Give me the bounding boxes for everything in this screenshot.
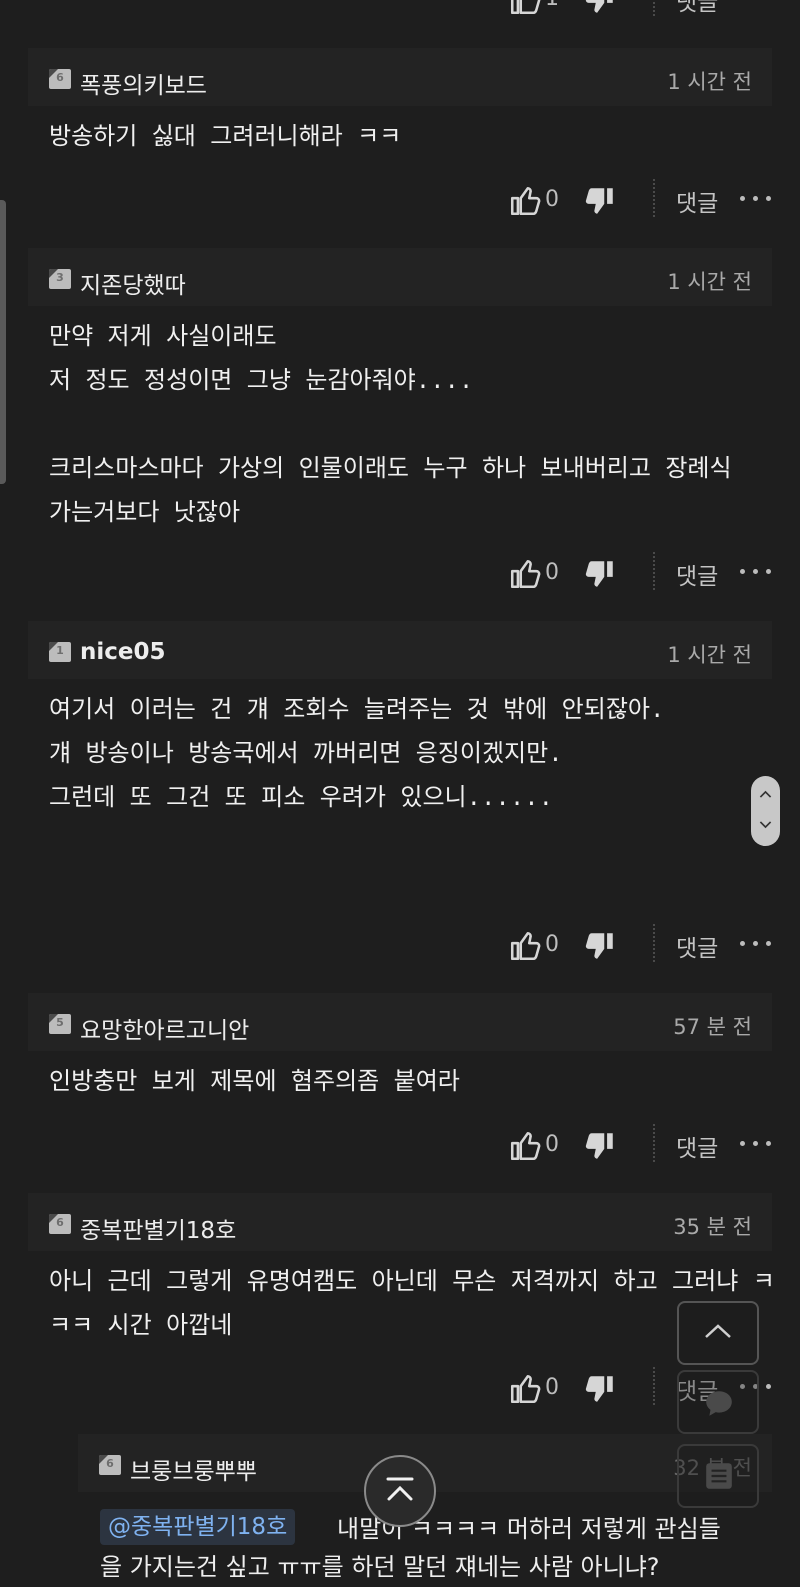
comment-author[interactable]: 브룽브룽뿌뿌 (130, 1452, 257, 1486)
comment-body: 만약 저게 사실이래도 저 정도 정성이면 그냥 눈감아줘야.... 크리스마스… (49, 325, 732, 528)
list-button[interactable] (677, 1444, 759, 1508)
thumbs-up-icon[interactable] (508, 1372, 542, 1406)
comment-header: 5 요망한아르고니안 57 분 전 (28, 993, 772, 1051)
like-count: 0 (545, 187, 559, 212)
comment-author[interactable]: 폭풍의키보드 (80, 66, 207, 100)
thumbs-up-icon[interactable] (508, 184, 542, 218)
divider (653, 179, 655, 217)
level-badge: 5 (49, 1014, 71, 1034)
like-count: 0 (545, 560, 559, 585)
thumbs-down-icon[interactable] (583, 557, 617, 591)
like-count: 0 (545, 1132, 559, 1157)
comment-actions: 0 댓글 (28, 1367, 772, 1411)
comment-time: 57 분 전 (673, 1015, 752, 1039)
comment-time: 1 시간 전 (667, 70, 752, 94)
comment-actions: 0 댓글 (28, 552, 772, 596)
divider (653, 1124, 655, 1162)
comment-body: 아니 근데 그렇게 유명여캠도 아닌데 무슨 저격까지 하고 그러냐 ㅋ ㅋㅋ … (49, 1270, 775, 1341)
comment-button[interactable] (677, 1370, 759, 1434)
chevron-down-icon[interactable] (757, 816, 774, 833)
mention-tag[interactable]: @중복판별기18호 (100, 1509, 296, 1545)
scroll-up-button[interactable] (677, 1301, 759, 1365)
comment-actions: 0 댓글 (28, 924, 772, 968)
comment-bubble-icon (706, 1391, 732, 1416)
comment-body: 여기서 이러는 건 걔 조회수 늘려주는 것 밖에 안되잖아. 걔 방송이나 방… (49, 698, 665, 813)
level-badge: 3 (49, 269, 71, 289)
more-dots-icon[interactable] (738, 562, 774, 582)
thumbs-down-icon[interactable] (583, 929, 617, 963)
thumbs-down-icon[interactable] (583, 184, 617, 218)
scroll-top-icon (386, 1477, 414, 1501)
reply-button[interactable]: 댓글 (676, 1129, 718, 1163)
scroll-top-button[interactable] (364, 1455, 436, 1527)
thumbs-down-icon[interactable] (583, 1129, 617, 1163)
comment-author[interactable]: 요망한아르고니안 (80, 1011, 249, 1045)
reply-button[interactable]: 댓글 (676, 929, 718, 963)
thumbs-up-icon[interactable] (508, 0, 542, 17)
like-count: 0 (545, 1375, 559, 1400)
divider (653, 552, 655, 590)
reply-button[interactable]: 댓글 (676, 0, 718, 17)
more-dots-icon[interactable] (738, 1134, 774, 1154)
like-count: 0 (545, 932, 559, 957)
comment-actions: 0 댓글 (28, 1124, 772, 1168)
comment-body: 인방충만 보게 제목에 혐주의좀 붙여라 (49, 1070, 460, 1097)
divider (653, 924, 655, 962)
reply-button[interactable]: 댓글 (676, 184, 718, 218)
page-scrollbar[interactable] (0, 200, 6, 484)
comment-header: 6 중복판별기18호 35 분 전 (28, 1193, 772, 1251)
comment-time: 1 시간 전 (667, 270, 752, 294)
level-badge: 1 (49, 642, 71, 662)
comment-body: 방송하기 싫대 그려러니해라 ㅋㅋ (49, 125, 402, 152)
divider (653, 1367, 655, 1405)
level-badge: 6 (49, 1214, 71, 1234)
more-dots-icon[interactable] (738, 189, 774, 209)
comment-header: 3 지존당했따 1 시간 전 (28, 248, 772, 306)
more-dots-icon[interactable] (738, 0, 774, 8)
level-badge: 6 (49, 69, 71, 89)
more-dots-icon[interactable] (738, 934, 774, 954)
reply-body-continued: 을 가지는건 싶고 ㅠㅠ를 하던 말던 쟤네는 사람 아니냐? (100, 1553, 660, 1581)
chevron-up-icon[interactable] (757, 786, 774, 803)
comment-header: 1 nice05 1 시간 전 (28, 621, 772, 679)
level-badge: 6 (99, 1455, 121, 1475)
chevron-up-icon (705, 1324, 731, 1338)
like-count: 1 (545, 0, 559, 11)
comment-actions: 0 댓글 (28, 179, 772, 223)
thumbs-up-icon[interactable] (508, 557, 542, 591)
comment-time: 1 시간 전 (667, 643, 752, 667)
thumbs-up-icon[interactable] (508, 929, 542, 963)
reply-button[interactable]: 댓글 (676, 557, 718, 591)
comment-time: 35 분 전 (673, 1215, 752, 1239)
comment-author[interactable]: 중복판별기18호 (80, 1211, 236, 1245)
thumbs-up-icon[interactable] (508, 1129, 542, 1163)
list-icon (706, 1463, 732, 1489)
thumbs-down-icon[interactable] (583, 1372, 617, 1406)
text-scroll-control[interactable] (751, 776, 780, 846)
comment-author[interactable]: nice05 (80, 639, 166, 665)
comment-author[interactable]: 지존당했따 (80, 266, 186, 300)
comment-actions-partial: 1 댓글 (28, 0, 772, 22)
comment-header: 6 폭풍의키보드 1 시간 전 (28, 48, 772, 106)
thumbs-down-icon[interactable] (583, 0, 617, 17)
divider (653, 0, 655, 16)
